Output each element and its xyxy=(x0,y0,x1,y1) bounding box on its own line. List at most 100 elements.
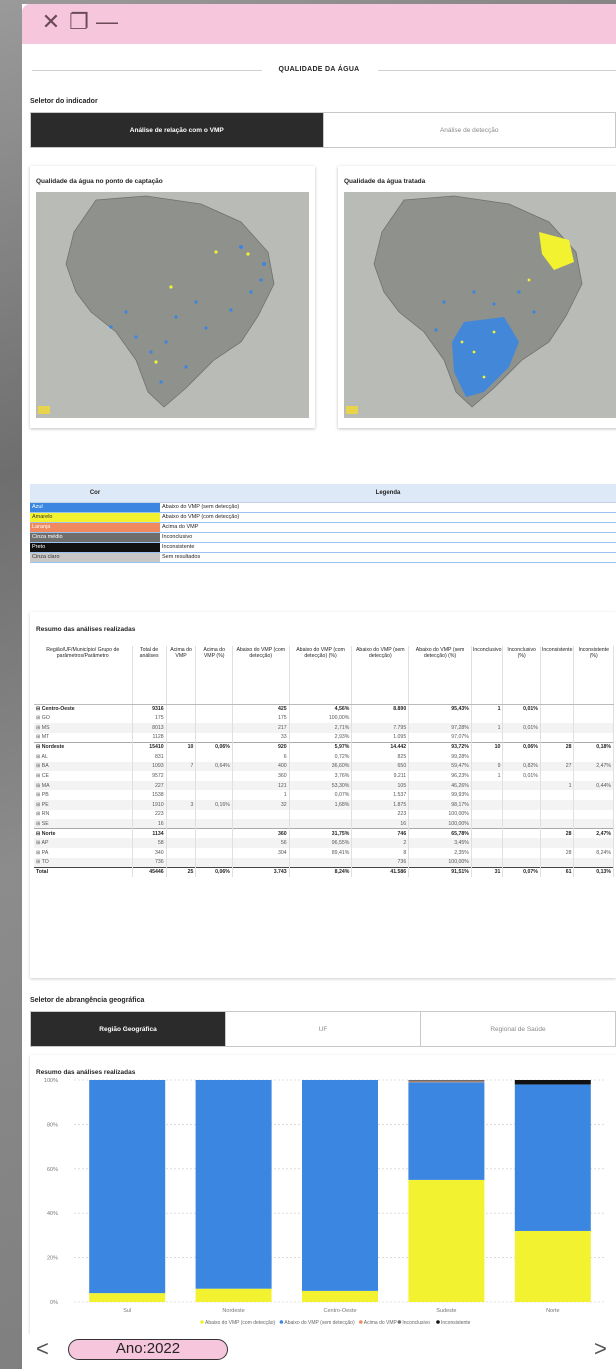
table-row[interactable]: ⊞ AL 831 6 0,72% 825 99,28% xyxy=(34,751,614,762)
bar-segment[interactable] xyxy=(514,1230,591,1302)
column-header[interactable]: Total de análises xyxy=(132,646,167,705)
table-cell: 5,97% xyxy=(289,741,353,752)
table-cell xyxy=(195,723,233,733)
table-cell xyxy=(573,857,614,868)
map-tratada[interactable] xyxy=(344,192,616,418)
table-cell: 0,64% xyxy=(195,761,233,772)
indicator-option-deteccao[interactable]: Análise de detecção xyxy=(324,113,616,147)
table-row[interactable]: ⊞ SE 16 16 100,00% xyxy=(34,819,614,829)
table-row[interactable]: ⊞ PE 1910 3 0,16% 32 1,68% 1.875 98,17% xyxy=(34,799,614,810)
legend-header-cor: Cor xyxy=(30,484,160,503)
table-cell: 33 xyxy=(232,732,290,743)
summary-table-title: Resumo das análises realizadas xyxy=(36,626,136,633)
geo-option-regional[interactable]: Regional de Saúde xyxy=(421,1012,615,1046)
table-cell: 0,07% xyxy=(289,790,353,800)
column-header[interactable]: Inconsistente (%) xyxy=(573,646,614,705)
map-captacao[interactable] xyxy=(36,192,309,418)
table-cell: 831 xyxy=(132,751,167,762)
column-header[interactable]: Acima do VMP (%) xyxy=(195,646,233,705)
bar-segment[interactable] xyxy=(408,1080,485,1082)
table-cell: 736 xyxy=(132,857,167,868)
table-row[interactable]: ⊞ RN 223 223 100,00% xyxy=(34,809,614,820)
geo-option-regiao[interactable]: Região Geográfica xyxy=(31,1012,226,1046)
table-cell xyxy=(573,799,614,810)
table-cell xyxy=(540,790,575,800)
map-card-captacao: Qualidade da água no ponto de captação xyxy=(30,166,315,428)
minimize-icon[interactable]: — xyxy=(96,11,118,33)
legend-row: Azul Abaixo do VMP (sem detecção) xyxy=(30,502,616,513)
table-cell xyxy=(166,838,197,848)
table-cell xyxy=(195,847,233,858)
column-header[interactable]: Região/UF/Município/ Grupo de parâmetros… xyxy=(34,646,133,705)
table-cell: 175 xyxy=(232,713,290,724)
close-icon[interactable]: ✕ xyxy=(40,11,62,33)
year-filter-pill[interactable]: Ano:2022 xyxy=(68,1339,228,1360)
bar-segment[interactable] xyxy=(195,1080,272,1289)
column-header[interactable]: Abaixo do VMP (com detecção) xyxy=(232,646,290,705)
table-cell xyxy=(195,713,233,724)
bar-segment[interactable] xyxy=(89,1080,166,1294)
column-header[interactable]: Abaixo do VMP (sem detecção) xyxy=(351,646,410,705)
next-arrow-icon[interactable]: > xyxy=(594,1336,607,1362)
column-header[interactable]: Inconsistente xyxy=(540,646,575,705)
table-row[interactable]: ⊞ GO 175 175 100,00% xyxy=(34,713,614,724)
bar-segment[interactable] xyxy=(514,1084,591,1231)
legend-entry: Inconsistente xyxy=(441,1320,471,1326)
table-total-row: Total 45446 25 0,06% 3.743 8,24% 41.586 91,51% 3… xyxy=(34,866,614,877)
table-cell: 340 xyxy=(132,847,167,858)
table-cell xyxy=(471,799,504,810)
table-cell xyxy=(166,732,197,743)
table-cell: 2,93% xyxy=(289,732,353,743)
table-row[interactable]: ⊞ MA 227 121 53,30% 105 46,26% 1 0,44% xyxy=(34,780,614,791)
table-cell xyxy=(540,751,575,762)
column-header[interactable]: Abaixo do VMP (sem detecção) (%) xyxy=(408,646,472,705)
table-cell: ⊟ Norte xyxy=(34,828,133,839)
x-tick-label: Centro-Oeste xyxy=(323,1308,356,1314)
column-header[interactable]: Inconclusivo xyxy=(471,646,504,705)
table-cell: 360 xyxy=(232,771,290,781)
table-cell: 95,43% xyxy=(408,703,472,714)
table-row[interactable]: ⊞ CE 9572 360 3,76% 9.211 96,23% 1 0,01% xyxy=(34,771,614,781)
bar-segment[interactable] xyxy=(89,1293,166,1302)
bar-segment[interactable] xyxy=(408,1179,485,1302)
table-group-row[interactable]: ⊟ Centro-Oeste 9316 425 4,56% 8.890 95,43% 1 0,… xyxy=(34,703,614,714)
table-cell: 9 xyxy=(471,761,504,772)
column-header[interactable]: Inconclusivo (%) xyxy=(502,646,541,705)
table-row[interactable]: ⊞ PA 340 304 89,41% 8 2,35% 28 8,24% xyxy=(34,847,614,858)
table-group-row[interactable]: ⊟ Norte 1134 360 31,75% 746 65,78% 28 2,47% xyxy=(34,828,614,839)
column-header[interactable]: Abaixo do VMP (com detecção) (%) xyxy=(289,646,353,705)
table-cell: 746 xyxy=(351,828,410,839)
table-row[interactable]: ⊞ AP 58 56 96,55% 2 3,45% xyxy=(34,838,614,848)
table-cell xyxy=(471,819,504,829)
table-cell xyxy=(195,809,233,820)
table-row[interactable]: ⊞ MS 8013 217 2,71% 7.795 97,28% 1 0,01% xyxy=(34,723,614,733)
bar-segment[interactable] xyxy=(408,1082,485,1180)
table-cell: 28 xyxy=(540,741,575,752)
table-cell: 28 xyxy=(540,847,575,858)
table-cell: 14.442 xyxy=(351,741,410,752)
geo-option-uf[interactable]: UF xyxy=(226,1012,421,1046)
indicator-option-vmp[interactable]: Análise de relação com o VMP xyxy=(31,113,324,147)
bar-segment[interactable] xyxy=(514,1080,591,1085)
table-cell xyxy=(540,799,575,810)
table-cell xyxy=(166,819,197,829)
bar-segment[interactable] xyxy=(195,1288,272,1302)
previous-arrow-icon[interactable]: < xyxy=(36,1336,49,1362)
table-group-row[interactable]: ⊟ Nordeste 15410 10 0,06% 920 5,97% 14.442 93,7… xyxy=(34,741,614,752)
table-cell: 6 xyxy=(232,751,290,762)
table-row[interactable]: ⊞ BA 1093 7 0,64% 400 36,60% 650 59,47% 9 0,82% 27… xyxy=(34,761,614,772)
table-row[interactable]: ⊞ PB 1538 1 0,07% 1.537 99,93% xyxy=(34,790,614,800)
table-row[interactable]: ⊞ TO 736 736 100,00% xyxy=(34,857,614,868)
bar-segment[interactable] xyxy=(408,1081,485,1083)
bar-segment[interactable] xyxy=(302,1290,378,1302)
total-cell: 25 xyxy=(166,866,197,877)
table-cell: 7 xyxy=(166,761,197,772)
bar-segment[interactable] xyxy=(302,1080,378,1291)
table-row[interactable]: ⊞ MT 1128 33 2,93% 1.095 97,07% xyxy=(34,732,614,743)
column-header[interactable]: Acima do VMP xyxy=(166,646,197,705)
table-cell xyxy=(573,732,614,743)
legend-entry: Abaixo do VMP (com detecção) xyxy=(205,1320,276,1326)
stacked-bar-chart-card: Resumo das análises realizadas 0% 20% 40% 6… xyxy=(30,1055,616,1334)
restore-icon[interactable]: ❐ xyxy=(68,11,90,33)
total-cell: Total xyxy=(34,866,133,877)
